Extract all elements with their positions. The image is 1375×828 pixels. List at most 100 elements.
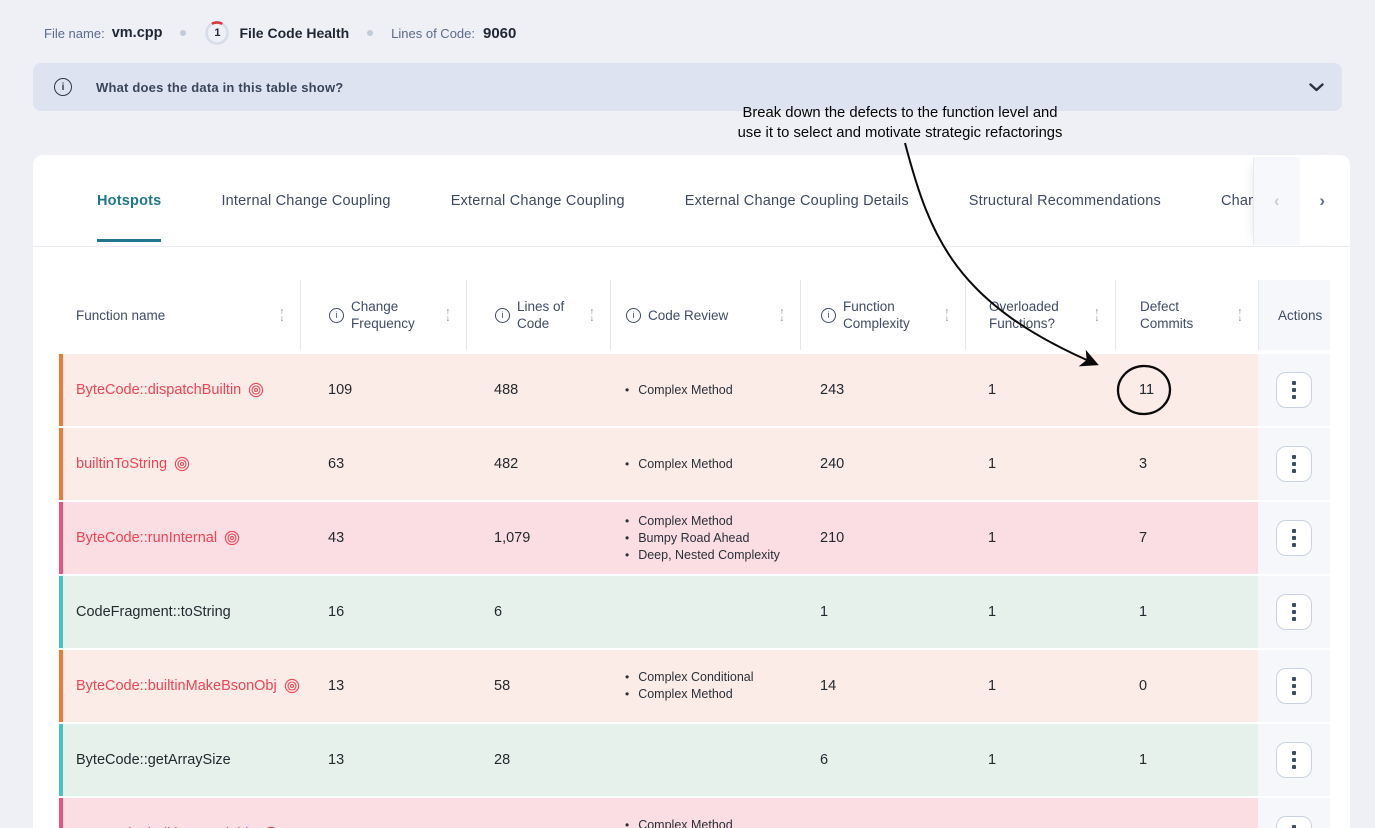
row-actions-kebab-button[interactable] xyxy=(1276,372,1312,408)
cell-function-complexity: 14 xyxy=(800,650,965,722)
lines-of-code-value: 9060 xyxy=(483,25,516,42)
function-link[interactable]: ByteCode::builtinMakeBsonObj xyxy=(76,678,300,694)
table-row: ByteCode::getArraySize 13 28 6 1 1 xyxy=(59,724,1330,796)
tab-structural-recommendations[interactable]: Structural Recommendations xyxy=(939,155,1191,246)
code-health-score: 1 xyxy=(204,20,230,46)
severity-bar xyxy=(59,724,63,796)
cell-overloaded-functions: 1 xyxy=(965,502,1115,574)
info-icon[interactable]: i xyxy=(329,308,344,323)
separator-dot xyxy=(367,30,373,36)
code-health-gauge-icon: 1 xyxy=(204,20,230,46)
cell-change-frequency: 43 xyxy=(300,502,466,574)
cell-function-name: ByteCode::getArraySize xyxy=(59,724,300,796)
tab-scroll-nav: ‹ › xyxy=(1253,157,1345,245)
cell-code-review: Complex Method Bumpy Road Ahead xyxy=(610,798,800,828)
row-actions-kebab-button[interactable] xyxy=(1276,446,1312,482)
cell-defect-commits: 11 xyxy=(1115,354,1258,426)
cell-code-review: Complex Method xyxy=(610,354,800,426)
cell-change-frequency: 13 xyxy=(300,650,466,722)
row-actions-kebab-button[interactable] xyxy=(1276,816,1312,828)
col-header-actions: Actions xyxy=(1258,280,1330,350)
cell-actions xyxy=(1258,576,1330,648)
severity-bar xyxy=(59,354,63,426)
cell-function-complexity: 243 xyxy=(800,354,965,426)
hotspot-target-icon xyxy=(248,382,264,398)
severity-bar xyxy=(59,502,63,574)
cell-overloaded-functions: 1 xyxy=(965,354,1115,426)
sort-icon[interactable]: ↑↓ xyxy=(590,308,600,322)
tab-internal-change-coupling[interactable]: Internal Change Coupling xyxy=(191,155,420,246)
tab-scroll-prev-icon[interactable]: ‹ xyxy=(1254,157,1300,245)
tab-hotspots[interactable]: Hotspots xyxy=(67,155,191,246)
cell-change-frequency: 11 xyxy=(300,798,466,828)
cell-defect-commits: 1 xyxy=(1115,724,1258,796)
cell-defect-commits: 3 xyxy=(1115,428,1258,500)
cell-defect-commits: 0 xyxy=(1115,798,1258,828)
cell-overloaded-functions: 1 xyxy=(965,798,1115,828)
cell-lines-of-code: 58 xyxy=(466,650,610,722)
severity-bar xyxy=(59,428,63,500)
col-header-overloaded-functions: Overloaded Functions? ↑↓ xyxy=(965,280,1115,350)
cell-lines-of-code: 482 xyxy=(466,428,610,500)
row-actions-kebab-button[interactable] xyxy=(1276,742,1312,778)
cell-function-name: ByteCode::builtinDropFields xyxy=(59,798,300,828)
cell-code-review: Complex Method Bumpy Road Ahead Deep, Ne… xyxy=(610,502,800,574)
cell-function-name: builtinToString xyxy=(59,428,300,500)
col-header-code-review: i Code Review ↑↓ xyxy=(610,280,800,350)
cell-defect-commits: 1 xyxy=(1115,576,1258,648)
cell-lines-of-code: 488 xyxy=(466,354,610,426)
cell-code-review: Complex Method xyxy=(610,428,800,500)
cell-actions xyxy=(1258,724,1330,796)
function-link[interactable]: builtinToString xyxy=(76,456,190,472)
banner-question: What does the data in this table show? xyxy=(96,80,343,95)
hotspot-target-icon xyxy=(284,678,300,694)
cell-function-name: CodeFragment::toString xyxy=(59,576,300,648)
sort-icon[interactable]: ↑↓ xyxy=(945,308,955,322)
file-name-label: File name: xyxy=(44,26,105,41)
cell-actions xyxy=(1258,650,1330,722)
cell-change-frequency: 16 xyxy=(300,576,466,648)
function-link[interactable]: ByteCode::dispatchBuiltin xyxy=(76,382,264,398)
table-header-row: Function name ↑↓ i Change Frequency ↑↓ i… xyxy=(59,280,1330,350)
cell-overloaded-functions: 1 xyxy=(965,650,1115,722)
hotspot-target-icon xyxy=(224,530,240,546)
row-actions-kebab-button[interactable] xyxy=(1276,520,1312,556)
severity-bar xyxy=(59,576,63,648)
severity-bar xyxy=(59,798,63,828)
info-icon[interactable]: i xyxy=(626,308,641,323)
info-icon[interactable]: i xyxy=(821,308,836,323)
info-icon[interactable]: i xyxy=(495,308,510,323)
tab-scroll-next-icon[interactable]: › xyxy=(1300,157,1346,245)
hotspots-card: Hotspots Internal Change Coupling Extern… xyxy=(33,155,1350,828)
cell-change-frequency: 63 xyxy=(300,428,466,500)
row-actions-kebab-button[interactable] xyxy=(1276,594,1312,630)
col-header-function-complexity: i Function Complexity ↑↓ xyxy=(800,280,965,350)
sort-icon[interactable]: ↑↓ xyxy=(780,308,790,322)
cell-actions xyxy=(1258,354,1330,426)
table-row: ByteCode::builtinDropFields 11 56 Comple… xyxy=(59,798,1330,828)
cell-lines-of-code: 1,079 xyxy=(466,502,610,574)
annotation-line2: use it to select and motivate strategic … xyxy=(650,124,1150,144)
cell-defect-commits: 0 xyxy=(1115,650,1258,722)
col-header-change-frequency: i Change Frequency ↑↓ xyxy=(300,280,466,350)
table-row: ByteCode::dispatchBuiltin 109 488 Comple… xyxy=(59,354,1330,426)
tab-external-change-coupling[interactable]: External Change Coupling xyxy=(421,155,655,246)
table-row: ByteCode::builtinMakeBsonObj 13 58 Compl… xyxy=(59,650,1330,722)
sort-icon[interactable]: ↑↓ xyxy=(446,308,456,322)
lines-of-code-label: Lines of Code: xyxy=(391,26,475,41)
chevron-down-icon[interactable] xyxy=(1306,77,1326,97)
sort-icon[interactable]: ↑↓ xyxy=(280,308,290,322)
cell-overloaded-functions: 1 xyxy=(965,724,1115,796)
function-link[interactable]: ByteCode::runInternal xyxy=(76,530,240,546)
cell-lines-of-code: 6 xyxy=(466,576,610,648)
cell-lines-of-code: 28 xyxy=(466,724,610,796)
sort-icon[interactable]: ↑↓ xyxy=(1095,308,1105,322)
tab-external-change-coupling-details[interactable]: External Change Coupling Details xyxy=(655,155,939,246)
tab-bar: Hotspots Internal Change Coupling Extern… xyxy=(33,155,1350,247)
table-row: CodeFragment::toString 16 6 1 1 1 xyxy=(59,576,1330,648)
annotation-note: Break down the defects to the function l… xyxy=(650,104,1150,143)
sort-icon[interactable]: ↑↓ xyxy=(1238,308,1248,322)
row-actions-kebab-button[interactable] xyxy=(1276,668,1312,704)
col-header-function-name: Function name ↑↓ xyxy=(59,280,300,350)
cell-change-frequency: 109 xyxy=(300,354,466,426)
